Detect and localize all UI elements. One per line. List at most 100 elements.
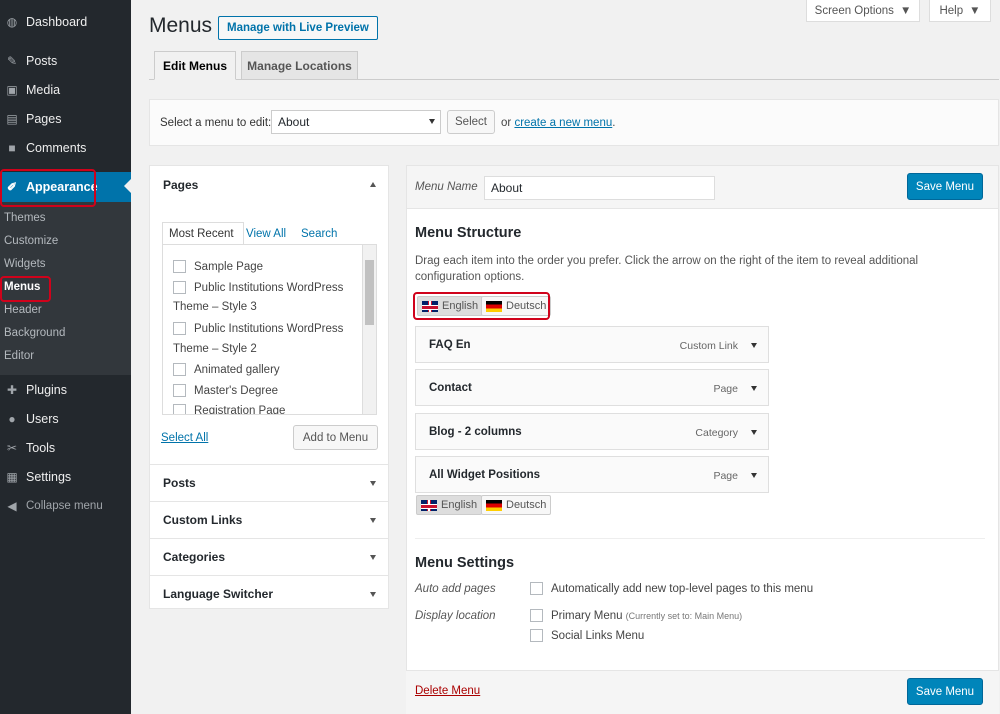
nav-plugins[interactable]: ✚ Plugins [0, 376, 131, 404]
nav-pages[interactable]: ▤ Pages [0, 105, 131, 133]
primary-menu-option[interactable]: Primary Menu (Currently set to: Main Menu… [530, 609, 742, 622]
users-icon: ● [8, 412, 16, 426]
list-item-label: Public Institutions WordPress [194, 281, 344, 294]
admin-sidebar: ◍ Dashboard ✎ Posts ▣ Media ▤ Pages ■ Comment… [0, 0, 131, 714]
caret-down-icon[interactable] [751, 343, 757, 348]
live-preview-button[interactable]: Manage with Live Preview [218, 16, 378, 40]
nav-label: Tools [26, 441, 56, 455]
language-english-button[interactable]: English [416, 495, 483, 515]
accordion-custom-links[interactable]: Custom Links [150, 501, 388, 538]
accordion-language-switcher[interactable]: Language Switcher [150, 575, 388, 612]
menu-select[interactable]: About [271, 110, 441, 134]
auto-add-label: Auto add pages [415, 583, 496, 595]
accordion-title: Posts [163, 476, 196, 490]
tab-search[interactable]: Search [301, 228, 337, 240]
page-title: Menus [149, 14, 213, 37]
select-all-link[interactable]: Select All [161, 432, 208, 444]
social-menu-text: Social Links Menu [551, 629, 645, 642]
menu-settings-title: Menu Settings [415, 555, 515, 571]
list-item[interactable]: Public Institutions WordPress [173, 281, 343, 294]
list-item-continuation: Theme – Style 2 [173, 343, 257, 355]
select-menu-label: Select a menu to edit: [160, 117, 272, 129]
submenu-widgets[interactable]: Widgets [4, 258, 46, 270]
tab-view-all[interactable]: View All [246, 228, 286, 240]
menu-item[interactable]: Blog - 2 columns Category [415, 413, 769, 450]
menu-item-type: Custom Link [679, 340, 738, 352]
tab-edit-menus[interactable]: Edit Menus [154, 51, 236, 80]
nav-tools[interactable]: ✂ Tools [0, 434, 131, 462]
nav-collapse[interactable]: ◀ Collapse menu [0, 492, 131, 520]
nav-label: Media [26, 83, 61, 97]
settings-icon: ▦ [6, 470, 18, 484]
list-item[interactable]: Sample Page [173, 260, 263, 273]
checkbox[interactable] [173, 281, 186, 294]
caret-down-icon[interactable] [751, 386, 757, 391]
nav-label: Users [26, 412, 59, 426]
menu-item[interactable]: All Widget Positions Page [415, 456, 769, 493]
save-menu-button-bottom[interactable]: Save Menu [907, 678, 983, 705]
add-to-menu-button[interactable]: Add to Menu [293, 425, 378, 450]
menu-item[interactable]: Contact Page [415, 369, 769, 406]
menu-item-type: Category [695, 427, 738, 439]
nav-dashboard[interactable]: ◍ Dashboard [0, 8, 131, 36]
scrollbar-thumb[interactable] [365, 260, 374, 325]
menu-name-input[interactable]: About [484, 176, 715, 200]
social-menu-option[interactable]: Social Links Menu [530, 629, 644, 642]
tab-most-recent[interactable]: Most Recent [169, 228, 234, 240]
primary-menu-text: Primary Menu [551, 609, 623, 622]
caret-down-icon[interactable] [751, 473, 757, 478]
checkbox[interactable] [173, 404, 186, 414]
accordion-posts[interactable]: Posts [150, 464, 388, 501]
tab-manage-locations[interactable]: Manage Locations [241, 51, 358, 80]
nav-comments[interactable]: ■ Comments [0, 134, 131, 162]
comments-icon: ■ [8, 141, 16, 155]
checkbox[interactable] [530, 582, 543, 595]
menu-item-title: All Widget Positions [429, 469, 541, 481]
select-button[interactable]: Select [447, 110, 495, 134]
caret-down-icon [370, 555, 376, 560]
menu-item-title: Blog - 2 columns [429, 426, 522, 438]
checkbox[interactable] [173, 384, 186, 397]
language-deutsch-button[interactable]: Deutsch [481, 495, 552, 515]
submenu-customize[interactable]: Customize [4, 235, 58, 247]
accordion-pages[interactable]: Pages [150, 166, 388, 203]
save-menu-button-top[interactable]: Save Menu [907, 173, 983, 200]
checkbox[interactable] [173, 363, 186, 376]
menu-structure-description: Drag each item into the order you prefer… [415, 255, 919, 283]
auto-add-option[interactable]: Automatically add new top-level pages to… [530, 582, 813, 595]
create-new-menu-link[interactable]: create a new menu [514, 117, 612, 129]
submenu-themes[interactable]: Themes [4, 212, 46, 224]
submenu-background[interactable]: Background [4, 327, 65, 339]
highlight-menus [0, 276, 51, 302]
accordion-categories[interactable]: Categories [150, 538, 388, 575]
list-item[interactable]: Animated gallery [173, 363, 280, 376]
list-item[interactable]: Master's Degree [173, 384, 278, 397]
help-button[interactable]: Help ▼ [929, 0, 991, 22]
nav-media[interactable]: ▣ Media [0, 76, 131, 104]
scrollbar[interactable] [362, 245, 376, 414]
list-item[interactable]: Registration Page [173, 404, 285, 414]
current-arrow [124, 179, 131, 193]
menu-name-label: Menu Name [415, 181, 478, 193]
checkbox[interactable] [530, 629, 543, 642]
menu-item[interactable]: FAQ En Custom Link [415, 326, 769, 363]
delete-menu-link[interactable]: Delete Menu [415, 685, 480, 697]
nav-label: Plugins [26, 383, 67, 397]
nav-settings[interactable]: ▦ Settings [0, 463, 131, 491]
list-item[interactable]: Public Institutions WordPress [173, 322, 343, 335]
submenu-header[interactable]: Header [4, 304, 42, 316]
caret-up-icon [370, 182, 376, 187]
checkbox[interactable] [173, 260, 186, 273]
highlight-appearance [0, 169, 96, 207]
nav-users[interactable]: ● Users [0, 405, 131, 433]
nav-posts[interactable]: ✎ Posts [0, 47, 131, 75]
checkbox[interactable] [173, 322, 186, 335]
screen-options-button[interactable]: Screen Options ▼ [806, 0, 920, 22]
or-label: or [501, 117, 512, 129]
caret-down-icon[interactable] [751, 430, 757, 435]
submenu-editor[interactable]: Editor [4, 350, 34, 362]
checkbox[interactable] [530, 609, 543, 622]
caret-down-icon [429, 119, 435, 124]
pages-checklist[interactable]: Sample Page Public Institutions WordPres… [162, 244, 377, 415]
caret-down-icon [370, 592, 376, 597]
